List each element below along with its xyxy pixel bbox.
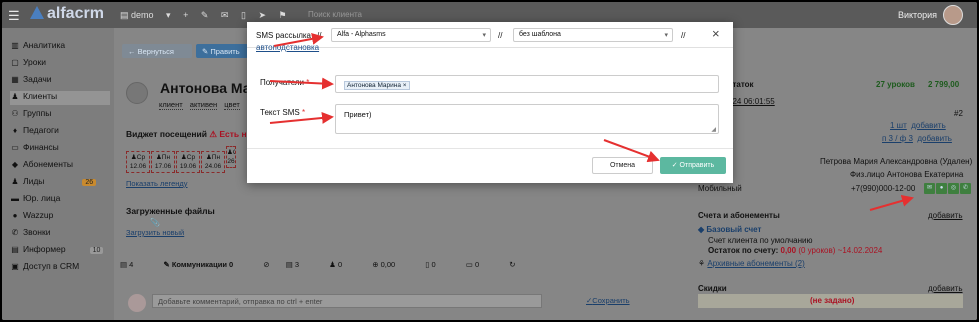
arrow-send: [603, 139, 660, 163]
arrow-recipients: [269, 77, 334, 90]
arrow-sms-text: [269, 111, 334, 124]
arrow-provider: [273, 32, 324, 47]
app-screen: ☰ alfacrm ▤ demo ▾ + ✎ ✉ ▯ ➤ ⚑ Поиск кли…: [2, 2, 977, 320]
annotation-arrows: [269, 32, 914, 211]
arrow-sms-icon: [869, 194, 914, 211]
